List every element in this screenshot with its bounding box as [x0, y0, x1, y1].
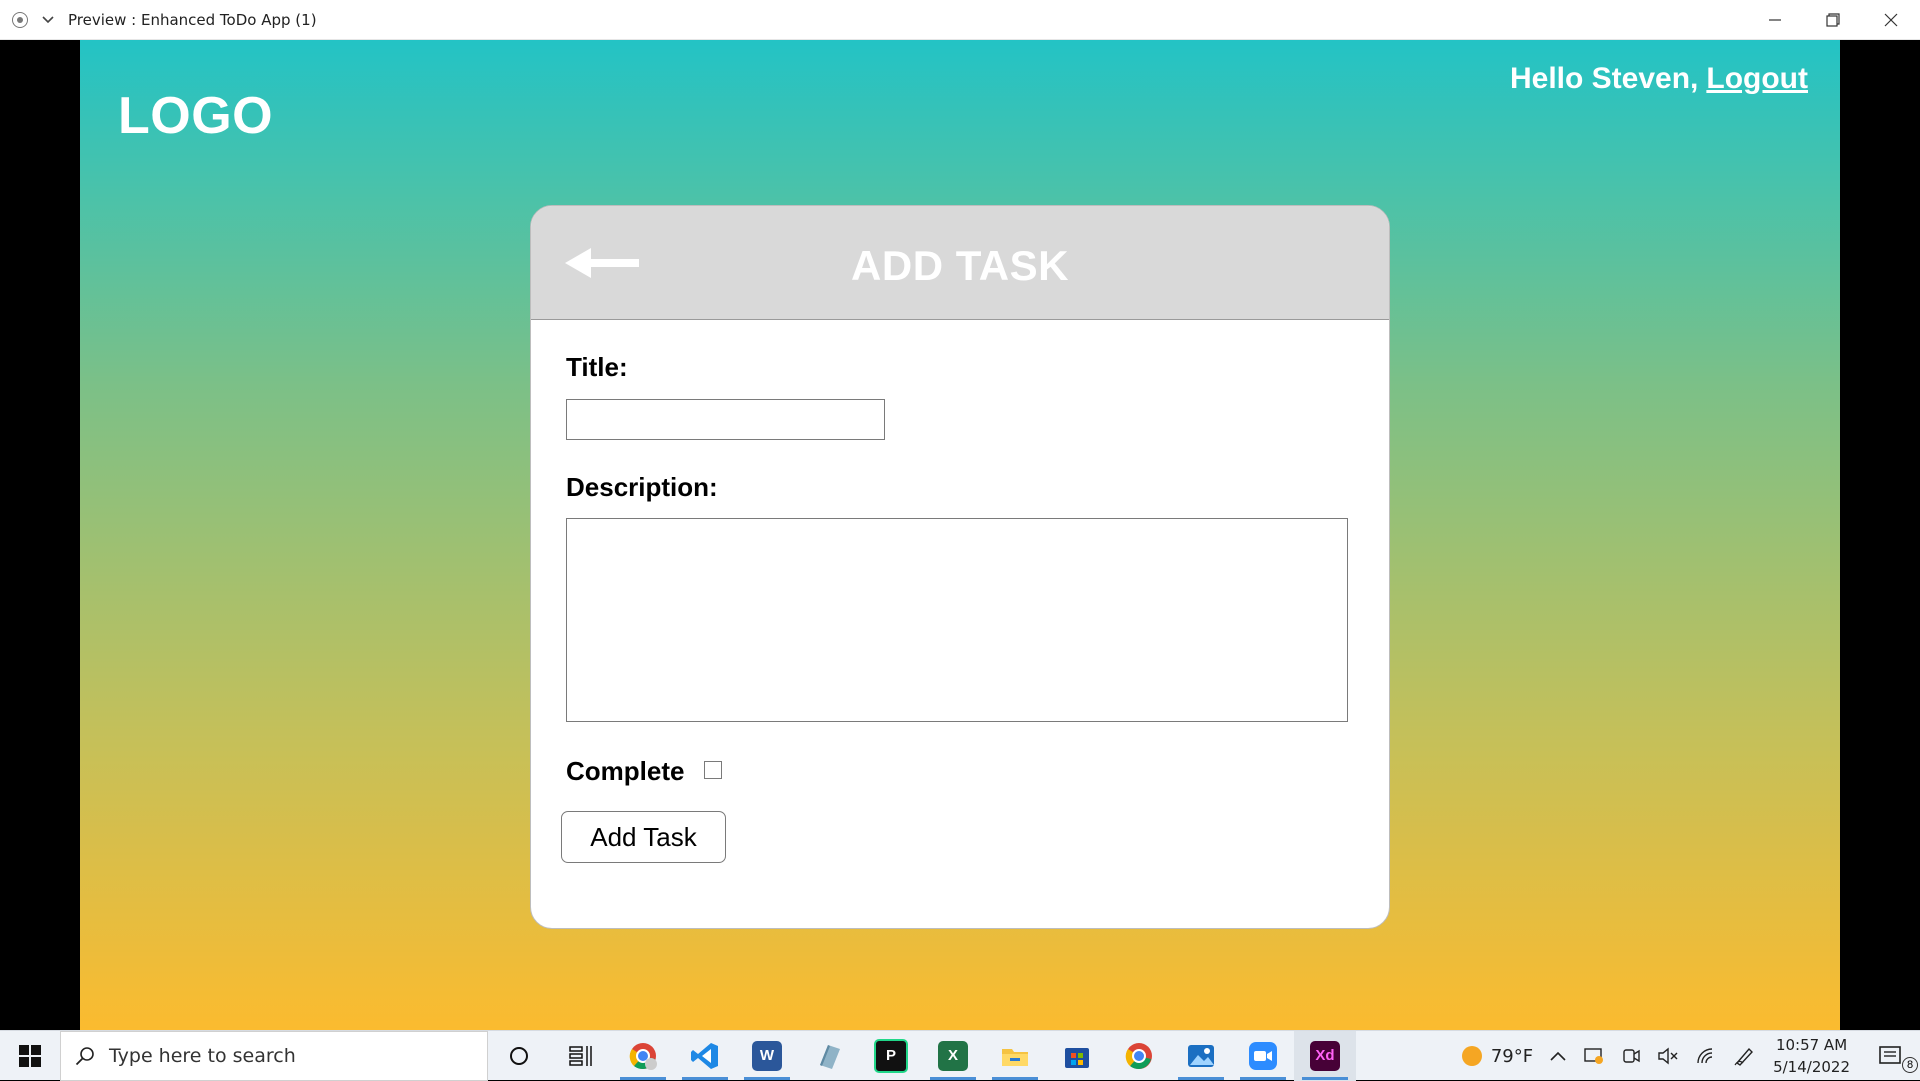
card-title: ADD TASK	[851, 241, 1069, 289]
excel-app-icon[interactable]: X	[922, 1031, 984, 1081]
taskbar: Type here to search W P X Xd 79°F 10:57 …	[0, 1030, 1920, 1081]
card-header: ADD TASK	[531, 206, 1389, 320]
windows-start-icon[interactable]	[0, 1031, 60, 1081]
complete-checkbox[interactable]	[704, 761, 722, 779]
sun-icon	[1461, 1046, 1482, 1066]
photos-app-icon[interactable]	[1170, 1031, 1232, 1081]
window-title: Preview : Enhanced ToDo App (1)	[68, 10, 317, 29]
meet-now-icon[interactable]	[1613, 1031, 1649, 1081]
device-sync-icon[interactable]	[1575, 1031, 1613, 1081]
search-placeholder: Type here to search	[109, 1044, 296, 1067]
chrome-app-icon[interactable]	[1108, 1031, 1170, 1081]
window-title-bar: Preview : Enhanced ToDo App (1)	[0, 0, 1920, 40]
complete-label: Complete	[566, 756, 685, 786]
clock-date: 5/14/2022	[1773, 1058, 1850, 1076]
notification-center-icon[interactable]: 8	[1860, 1031, 1920, 1081]
record-icon[interactable]	[12, 11, 28, 28]
task-view-icon[interactable]	[550, 1031, 612, 1081]
volume-muted-icon[interactable]	[1649, 1031, 1687, 1081]
title-input[interactable]	[566, 399, 885, 440]
logo: LOGO	[118, 87, 274, 145]
system-tray: 79°F 10:57 AM 5/14/2022 8	[1453, 1031, 1920, 1081]
zoom-app-icon[interactable]	[1232, 1031, 1294, 1081]
weather-widget[interactable]: 79°F	[1453, 1031, 1541, 1081]
back-arrow-icon[interactable]	[565, 248, 641, 278]
add-task-card: ADD TASK Title: Description: Complete Ad…	[530, 205, 1390, 929]
restore-icon[interactable]	[1804, 0, 1862, 40]
notepad-app-icon[interactable]	[798, 1031, 860, 1081]
jetbrains-app-icon[interactable]: P	[860, 1031, 922, 1081]
clock-time: 10:57 AM	[1775, 1036, 1848, 1054]
title-label: Title:	[566, 352, 628, 382]
app-preview: LOGO Hello Steven, Logout ADD TASK Title:…	[80, 40, 1840, 1030]
chrome-profile-app-icon[interactable]	[612, 1031, 674, 1081]
clock[interactable]: 10:57 AM 5/14/2022	[1763, 1034, 1860, 1078]
file-explorer-app-icon[interactable]	[984, 1031, 1046, 1081]
adobe-xd-app-icon[interactable]: Xd	[1294, 1030, 1356, 1081]
notification-count: 8	[1902, 1057, 1918, 1073]
chevron-down-icon[interactable]	[40, 12, 56, 28]
cortana-icon[interactable]	[488, 1031, 550, 1081]
wifi-icon[interactable]	[1687, 1031, 1725, 1081]
add-task-button[interactable]: Add Task	[561, 811, 726, 863]
search-icon	[75, 1046, 94, 1065]
pen-icon[interactable]	[1725, 1031, 1763, 1081]
vscode-app-icon[interactable]	[674, 1031, 736, 1081]
taskbar-search[interactable]: Type here to search	[60, 1030, 488, 1081]
store-app-icon[interactable]	[1046, 1031, 1108, 1081]
logout-link[interactable]: Logout	[1706, 62, 1808, 95]
user-greeting: Hello Steven, Logout	[1510, 62, 1808, 96]
greeting-text: Hello Steven,	[1509, 62, 1699, 95]
minimize-icon[interactable]	[1746, 0, 1804, 40]
weather-temp: 79°F	[1490, 1045, 1534, 1067]
chevron-up-icon[interactable]	[1541, 1031, 1575, 1081]
description-input[interactable]	[566, 518, 1348, 722]
word-app-icon[interactable]: W	[736, 1031, 798, 1081]
close-icon[interactable]	[1862, 0, 1920, 40]
description-label: Description:	[566, 472, 718, 502]
